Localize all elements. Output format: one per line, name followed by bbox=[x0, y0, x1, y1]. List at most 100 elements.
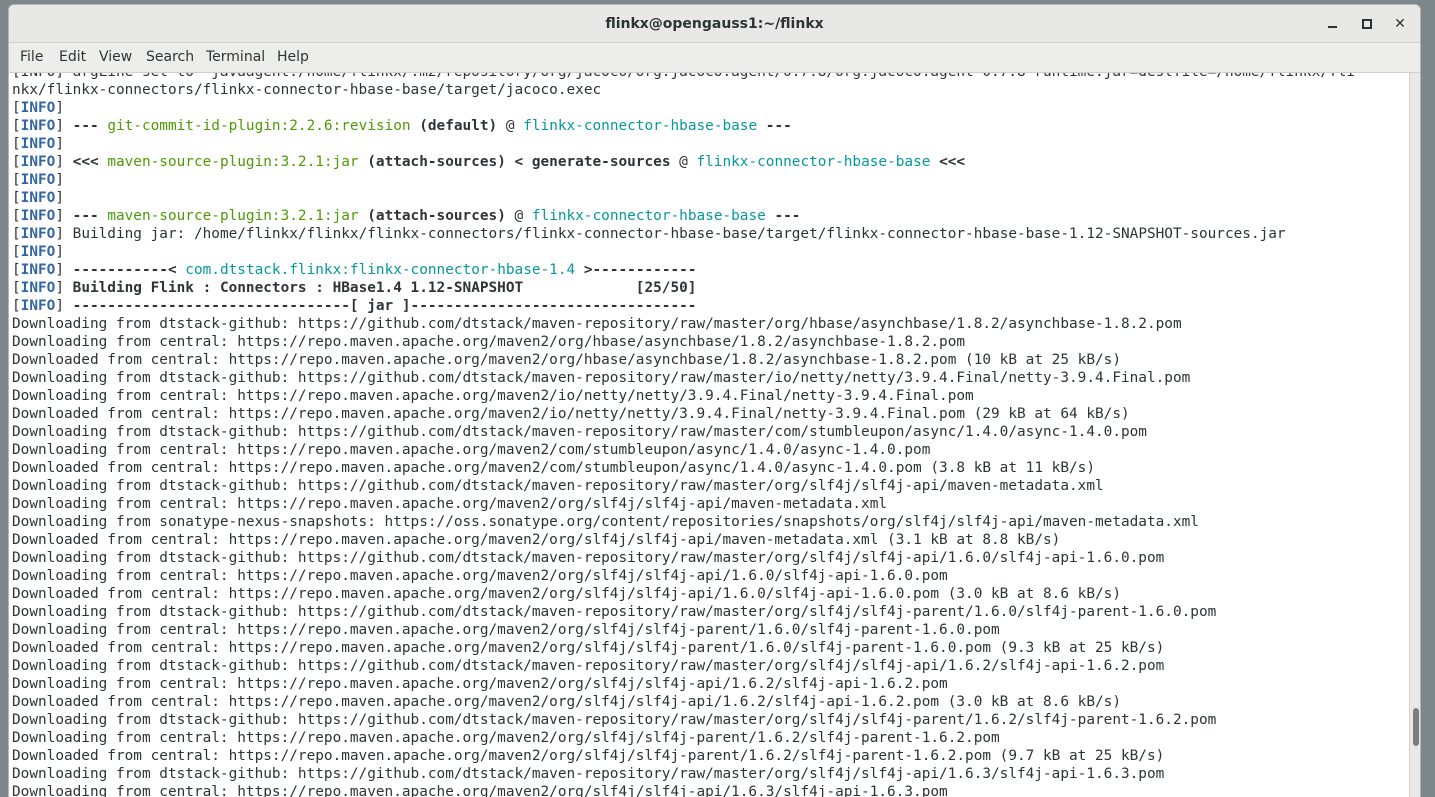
terminal-line: Downloading from dtstack-github: https:/… bbox=[12, 549, 1355, 567]
maximize-button[interactable] bbox=[1357, 14, 1377, 34]
terminal-line: Downloading from central: https://repo.m… bbox=[12, 333, 1355, 351]
terminal-line: Downloaded from central: https://repo.ma… bbox=[12, 351, 1355, 369]
terminal-segment: [ bbox=[12, 280, 21, 296]
terminal-line: Downloading from central: https://repo.m… bbox=[12, 621, 1355, 639]
terminal-line: Downloading from central: https://repo.m… bbox=[12, 783, 1355, 797]
terminal-segment: Downloaded from central: https://repo.ma… bbox=[12, 406, 1130, 422]
terminal-segment: INFO bbox=[20, 244, 56, 260]
terminal-line: [INFO] bbox=[12, 135, 1355, 153]
terminal-segment: flinkx-connector-hbase-base bbox=[523, 118, 758, 134]
terminal-segment: Downloading from central: https://repo.m… bbox=[12, 676, 948, 692]
terminal-segment: <<< bbox=[930, 154, 966, 170]
terminal-segment: flinkx-connector-hbase-base bbox=[696, 154, 931, 170]
terminal-segment: Downloading from central: https://repo.m… bbox=[12, 442, 931, 458]
terminal-segment: INFO bbox=[20, 154, 56, 170]
terminal-segment: @ bbox=[670, 154, 697, 170]
terminal-line: [INFO] -----------< com.dtstack.flinkx:f… bbox=[12, 261, 1355, 279]
terminal-segment: Downloaded from central: https://repo.ma… bbox=[12, 352, 1121, 368]
terminal-segment: Downloading from central: https://repo.m… bbox=[12, 334, 966, 350]
terminal-segment: --------------------------------[ jar ]-… bbox=[72, 298, 697, 314]
terminal-segment: INFO bbox=[20, 280, 56, 296]
terminal-segment: --- bbox=[72, 118, 108, 134]
terminal-segment: Downloading from dtstack-github: https:/… bbox=[12, 478, 1104, 494]
scrollbar[interactable] bbox=[1409, 73, 1420, 797]
terminal-segment: Downloading from dtstack-github: https:/… bbox=[12, 370, 1191, 386]
terminal-line: Downloading from central: https://repo.m… bbox=[12, 495, 1355, 513]
menu-help[interactable]: Help bbox=[277, 43, 309, 72]
terminal-line: [INFO] bbox=[12, 243, 1355, 261]
terminal-segment: Downloading from sonatype-nexus-snapshot… bbox=[12, 514, 1199, 530]
terminal-line: [INFO] argLine set to -javaagent:/home/f… bbox=[12, 73, 1355, 81]
window-title: flinkx@opengauss1:~/flinkx bbox=[605, 16, 824, 32]
terminal-segment: ] bbox=[55, 100, 64, 116]
terminal-segment: @ bbox=[497, 118, 524, 134]
terminal-output[interactable]: [INFO] argLine set to -javaagent:/home/f… bbox=[9, 73, 1409, 797]
terminal-line: Downloading from dtstack-github: https:/… bbox=[12, 423, 1355, 441]
terminal-line: [INFO] bbox=[12, 171, 1355, 189]
terminal-line: Downloaded from central: https://repo.ma… bbox=[12, 693, 1355, 711]
terminal-line: Downloaded from central: https://repo.ma… bbox=[12, 531, 1355, 549]
terminal-segment: Downloaded from central: https://repo.ma… bbox=[12, 748, 1165, 764]
terminal-segment: ] bbox=[55, 118, 73, 134]
terminal-segment: --- bbox=[765, 208, 801, 224]
terminal-segment: Downloading from dtstack-github: https:/… bbox=[12, 604, 1217, 620]
terminal-segment: Downloaded from central: https://repo.ma… bbox=[12, 694, 1121, 710]
terminal-segment: (default) bbox=[410, 118, 498, 134]
terminal-line: [INFO] --- maven-source-plugin:3.2.1:jar… bbox=[12, 207, 1355, 225]
terminal-segment: (attach-sources) bbox=[358, 208, 506, 224]
menu-search[interactable]: Search bbox=[146, 43, 194, 72]
terminal-segment: INFO bbox=[20, 226, 56, 242]
terminal-line: [INFO] <<< maven-source-plugin:3.2.1:jar… bbox=[12, 153, 1355, 171]
terminal-segment: [ bbox=[12, 298, 21, 314]
menu-edit[interactable]: Edit bbox=[59, 43, 86, 72]
terminal-line: [INFO] bbox=[12, 189, 1355, 207]
terminal-segment: nkx/flinkx-connectors/flinkx-connector-h… bbox=[12, 82, 602, 98]
terminal-line: [INFO] bbox=[12, 99, 1355, 117]
terminal-line: Downloaded from central: https://repo.ma… bbox=[12, 585, 1355, 603]
terminal-segment: ] bbox=[55, 172, 64, 188]
terminal-line: Downloading from central: https://repo.m… bbox=[12, 441, 1355, 459]
terminal-segment: Downloaded from central: https://repo.ma… bbox=[12, 640, 1165, 656]
terminal-segment: Downloaded from central: https://repo.ma… bbox=[12, 586, 1121, 602]
terminal-segment: <<< bbox=[72, 154, 108, 170]
terminal-segment: Downloading from dtstack-github: https:/… bbox=[12, 766, 1165, 782]
terminal-line: [INFO] --------------------------------[… bbox=[12, 297, 1355, 315]
terminal-line: [INFO] --- git-commit-id-plugin:2.2.6:re… bbox=[12, 117, 1355, 135]
terminal-segment: @ bbox=[505, 208, 532, 224]
terminal-segment: [ bbox=[12, 262, 21, 278]
terminal-segment: [ bbox=[12, 118, 21, 134]
terminal-lines: [INFO] argLine set to -javaagent:/home/f… bbox=[12, 73, 1355, 797]
terminal-segment: [ bbox=[12, 154, 21, 170]
terminal-segment: Downloading from central: https://repo.m… bbox=[12, 784, 948, 797]
terminal-line: Downloading from dtstack-github: https:/… bbox=[12, 765, 1355, 783]
scrollbar-thumb[interactable] bbox=[1413, 708, 1419, 746]
terminal-segment: Downloading from dtstack-github: https:/… bbox=[12, 424, 1147, 440]
close-button[interactable]: ✕ bbox=[1390, 14, 1410, 34]
terminal-segment: ] bbox=[55, 190, 64, 206]
minimize-button[interactable] bbox=[1322, 14, 1342, 34]
terminal-line: Downloading from central: https://repo.m… bbox=[12, 387, 1355, 405]
terminal-segment: [ bbox=[12, 190, 21, 206]
terminal-line: Downloading from central: https://repo.m… bbox=[12, 729, 1355, 747]
terminal-line: Downloading from dtstack-github: https:/… bbox=[12, 603, 1355, 621]
terminal-segment: ] bbox=[55, 244, 64, 260]
terminal-segment: INFO bbox=[20, 208, 56, 224]
terminal-segment: [ bbox=[12, 100, 21, 116]
terminal-line: Downloading from central: https://repo.m… bbox=[12, 567, 1355, 585]
terminal-segment: ] bbox=[55, 262, 73, 278]
terminal-line: Downloaded from central: https://repo.ma… bbox=[12, 639, 1355, 657]
terminal-line: Downloaded from central: https://repo.ma… bbox=[12, 459, 1355, 477]
menu-view[interactable]: View bbox=[99, 43, 132, 72]
terminal-segment: ] bbox=[55, 154, 73, 170]
terminal-segment: ] bbox=[55, 280, 73, 296]
maximize-icon bbox=[1362, 19, 1372, 29]
menu-terminal[interactable]: Terminal bbox=[206, 43, 265, 72]
terminal-line: Downloading from dtstack-github: https:/… bbox=[12, 657, 1355, 675]
terminal-segment: [INFO] argLine set to -javaagent:/home/f… bbox=[12, 73, 1355, 80]
title-bar[interactable]: flinkx@opengauss1:~/flinkx ✕ bbox=[9, 5, 1420, 43]
menu-file[interactable]: File bbox=[20, 43, 43, 72]
terminal-segment: Downloading from central: https://repo.m… bbox=[12, 730, 1000, 746]
terminal-segment: maven-source-plugin:3.2.1:jar bbox=[107, 208, 359, 224]
terminal-line: [INFO] Building Flink : Connectors : HBa… bbox=[12, 279, 1355, 297]
terminal-segment: Downloading from dtstack-github: https:/… bbox=[12, 712, 1217, 728]
